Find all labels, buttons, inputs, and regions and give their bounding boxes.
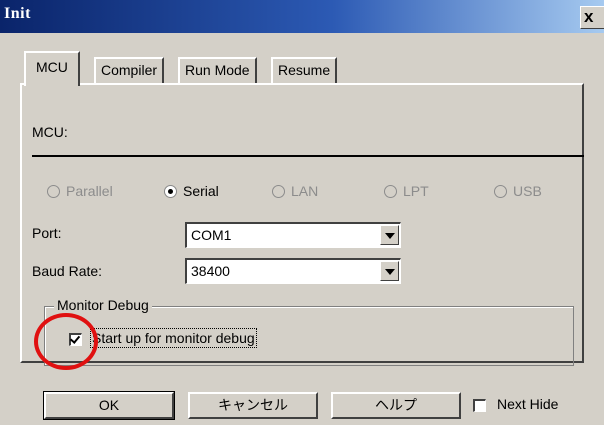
radio-lpt[interactable]: LPT [384, 183, 429, 199]
close-icon: x [584, 7, 594, 26]
radio-serial-label: Serial [183, 183, 219, 199]
tab-resume[interactable]: Resume [271, 57, 338, 83]
cancel-button[interactable]: キャンセル [188, 392, 318, 419]
radio-usb-label: USB [513, 183, 542, 199]
chevron-down-icon[interactable] [380, 261, 399, 281]
radio-selected-icon [164, 184, 177, 198]
close-button[interactable]: x [580, 6, 604, 29]
monitor-debug-group-title: Monitor Debug [54, 297, 152, 313]
tab-mcu-label: MCU [36, 59, 68, 75]
separator-line [32, 155, 584, 157]
radio-lan[interactable]: LAN [272, 183, 318, 199]
radio-circle-icon [384, 184, 397, 198]
baud-rate-value: 38400 [191, 263, 230, 279]
monitor-debug-label[interactable]: Start up for monitor debug [90, 328, 257, 348]
window-title: Init [4, 5, 31, 22]
radio-lan-label: LAN [291, 183, 319, 199]
radio-circle-icon [494, 184, 507, 198]
tab-run-mode-label: Run Mode [185, 62, 250, 78]
tab-compiler[interactable]: Compiler [94, 57, 165, 83]
connection-type-group: Parallel Serial LAN LPT USB [0, 183, 604, 207]
ok-button[interactable]: OK [43, 391, 175, 420]
tab-resume-label: Resume [278, 62, 331, 78]
radio-serial[interactable]: Serial [164, 183, 219, 199]
highlight-circle-annotation [34, 313, 98, 370]
baud-rate-select[interactable]: 38400 [185, 258, 401, 284]
radio-usb[interactable]: USB [494, 183, 542, 199]
mcu-label: MCU: [32, 124, 68, 140]
help-button[interactable]: ヘルプ [331, 392, 461, 419]
tab-run-mode[interactable]: Run Mode [178, 57, 257, 83]
next-hide-checkbox[interactable] [473, 399, 486, 412]
radio-circle-icon [272, 184, 285, 198]
tab-compiler-label: Compiler [101, 62, 158, 78]
baud-rate-label: Baud Rate: [32, 263, 103, 279]
radio-parallel[interactable]: Parallel [47, 183, 113, 199]
init-dialog: Init x MCU Compiler Run Mode Resume MCU:… [0, 0, 604, 425]
chevron-down-icon[interactable] [380, 225, 399, 245]
port-value: COM1 [191, 227, 232, 243]
radio-lpt-label: LPT [403, 183, 429, 199]
tab-mcu[interactable]: MCU [24, 51, 80, 86]
next-hide-label[interactable]: Next Hide [497, 396, 558, 412]
port-label: Port: [32, 225, 62, 241]
radio-circle-icon [47, 184, 60, 198]
radio-parallel-label: Parallel [66, 183, 113, 199]
port-select[interactable]: COM1 [185, 222, 401, 248]
title-bar[interactable]: Init x [0, 0, 604, 33]
